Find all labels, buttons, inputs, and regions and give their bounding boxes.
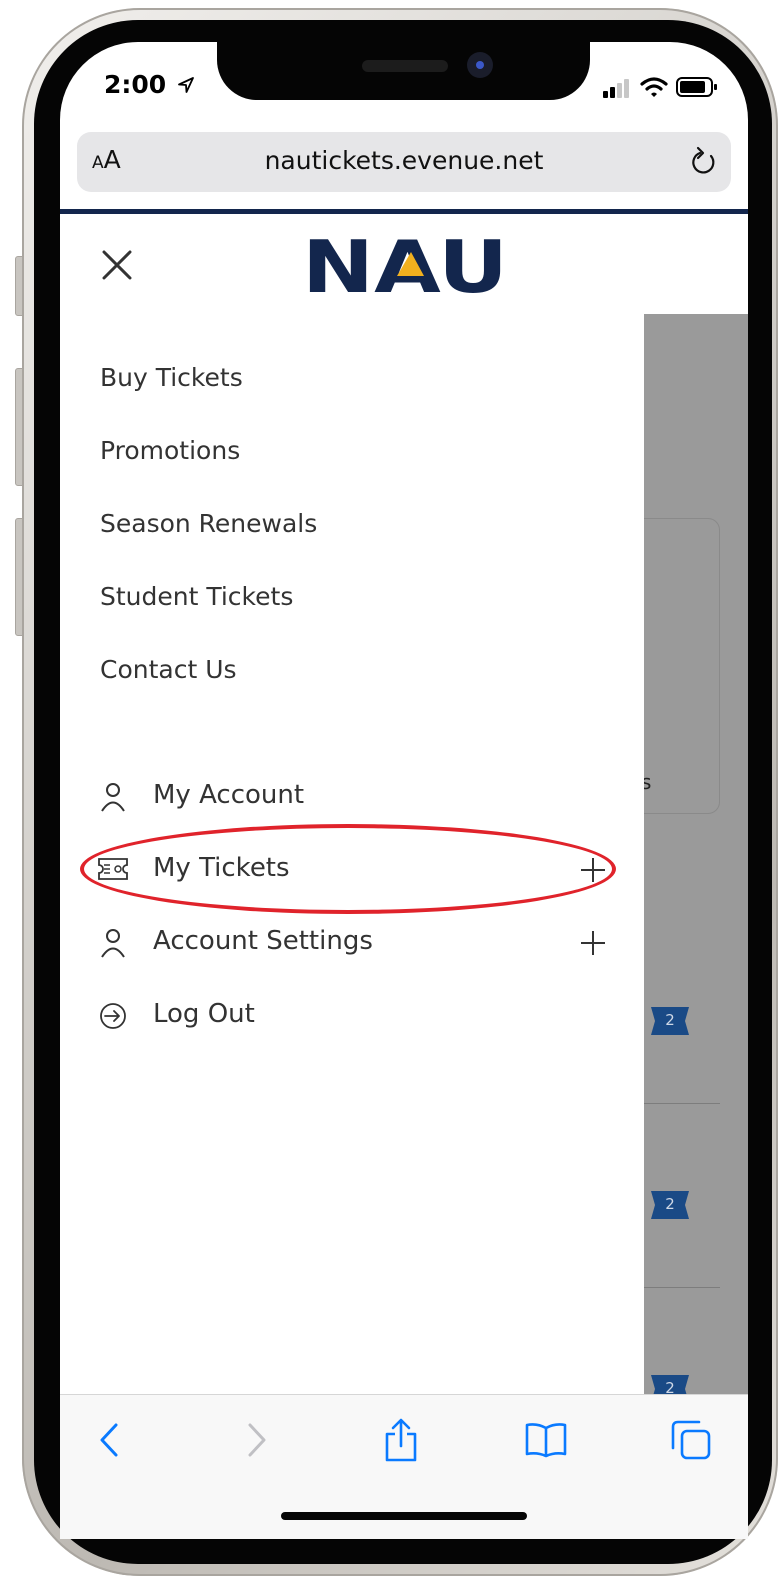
- address-bar[interactable]: nautickets.evenue.net: [77, 132, 731, 192]
- ticket-badge: 2: [649, 1191, 691, 1223]
- menu-item-my-account[interactable]: My Account: [96, 772, 616, 820]
- reload-icon[interactable]: [689, 146, 719, 178]
- ticket-badge-count: 2: [665, 1195, 675, 1213]
- user-icon: [101, 783, 125, 812]
- ticket-badge: 2: [649, 1375, 691, 1394]
- background-page-overlay[interactable]: s 2 2 2: [644, 314, 748, 1394]
- ticket-badge-count: 2: [665, 1379, 675, 1394]
- share-icon[interactable]: [383, 1418, 419, 1462]
- home-indicator[interactable]: [281, 1512, 527, 1520]
- text-size-small-a: A: [92, 153, 104, 173]
- plus-icon[interactable]: [580, 930, 606, 956]
- ticket-badge: 2: [649, 1007, 691, 1039]
- battery-icon: [676, 77, 717, 97]
- account-settings-label: Account Settings: [153, 926, 373, 956]
- menu-link-contact-us[interactable]: Contact Us: [100, 655, 237, 684]
- menu-link-student-tickets[interactable]: Student Tickets: [100, 582, 293, 611]
- wifi-icon: [640, 77, 668, 97]
- front-camera: [467, 52, 493, 78]
- my-account-label: My Account: [153, 780, 305, 810]
- close-icon[interactable]: [101, 249, 133, 281]
- menu-item-log-out[interactable]: Log Out: [96, 991, 616, 1039]
- nau-logo-mark: NAU: [302, 225, 508, 309]
- background-card: [644, 518, 720, 814]
- page-top-accent-line: [60, 209, 748, 214]
- text-size-large-a: A: [103, 145, 121, 174]
- menu-link-promotions[interactable]: Promotions: [100, 436, 240, 465]
- earpiece-speaker: [362, 60, 448, 72]
- url-text[interactable]: nautickets.evenue.net: [77, 146, 731, 175]
- tabs-icon[interactable]: [670, 1419, 712, 1461]
- nau-logo[interactable]: NAU: [302, 225, 508, 309]
- my-tickets-highlight-annotation: [80, 824, 616, 914]
- logout-icon: [100, 1003, 126, 1029]
- cellular-signal-icon: [603, 79, 629, 98]
- status-time: 2:00: [104, 70, 195, 99]
- log-out-label: Log Out: [153, 999, 255, 1029]
- menu-item-account-settings[interactable]: Account Settings: [96, 918, 616, 966]
- background-divider: [644, 1287, 720, 1288]
- chevron-left-icon[interactable]: [96, 1422, 122, 1458]
- background-partial-text: s: [644, 770, 652, 794]
- location-arrow-icon: [178, 77, 194, 93]
- menu-link-season-renewals[interactable]: Season Renewals: [100, 509, 317, 538]
- menu-link-buy-tickets[interactable]: Buy Tickets: [100, 363, 243, 392]
- background-divider: [644, 1103, 720, 1104]
- status-time-text: 2:00: [104, 70, 167, 99]
- user-icon: [101, 929, 125, 958]
- book-icon[interactable]: [524, 1422, 568, 1458]
- text-size-button[interactable]: AA: [92, 145, 121, 174]
- chevron-right-icon[interactable]: [244, 1422, 270, 1458]
- ticket-badge-count: 2: [665, 1011, 675, 1029]
